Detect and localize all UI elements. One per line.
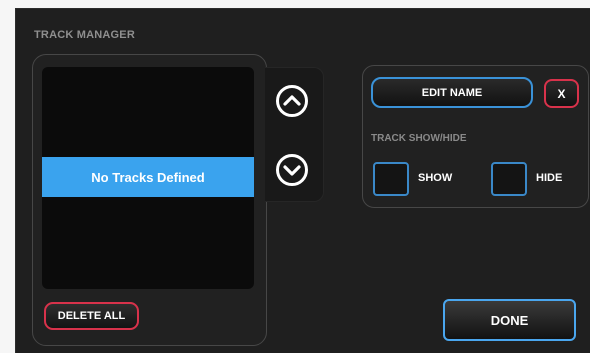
- close-button[interactable]: X: [544, 79, 579, 108]
- chevron-up-circle-icon[interactable]: [275, 84, 309, 118]
- track-list-item[interactable]: No Tracks Defined: [42, 157, 254, 197]
- track-list-panel: No Tracks Defined DELETE ALL: [32, 54, 267, 346]
- edit-name-button[interactable]: EDIT NAME: [371, 77, 533, 108]
- hide-checkbox[interactable]: [491, 162, 527, 196]
- hide-label: HIDE: [536, 172, 563, 184]
- show-label: SHOW: [418, 172, 453, 184]
- dialog-title: TRACK MANAGER: [34, 29, 135, 41]
- show-checkbox[interactable]: [373, 162, 409, 196]
- reorder-panel: [265, 67, 324, 202]
- done-button[interactable]: DONE: [443, 299, 576, 341]
- delete-all-button[interactable]: DELETE ALL: [44, 302, 139, 330]
- track-show-hide-label: TRACK SHOW/HIDE: [371, 133, 467, 144]
- track-options-panel: EDIT NAME X TRACK SHOW/HIDE SHOW HIDE: [362, 65, 589, 208]
- track-list[interactable]: No Tracks Defined: [42, 67, 254, 289]
- chevron-down-circle-icon[interactable]: [275, 153, 309, 187]
- track-manager-dialog: TRACK MANAGER No Tracks Defined DELETE A…: [15, 8, 590, 353]
